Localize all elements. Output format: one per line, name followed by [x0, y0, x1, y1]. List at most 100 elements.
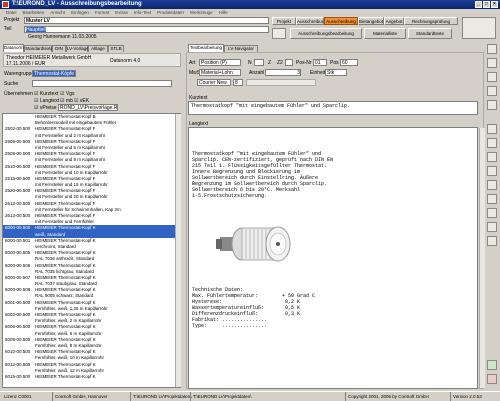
- tab-projekt[interactable]: Projekt: [272, 17, 296, 25]
- menu-item-0[interactable]: Datei: [6, 10, 17, 15]
- print-preview-icon[interactable]: [487, 180, 497, 190]
- kurztext-field[interactable]: Thermostatkopf "mit eingebautem Fühler" …: [188, 101, 478, 115]
- teil-field[interactable]: Hauptteil: [24, 26, 269, 33]
- list-item-text: HEIMEIER Thermostat-Kopf K: [35, 250, 96, 256]
- posnr-field[interactable]: 01: [313, 59, 327, 66]
- list-item-text: HEIMEIER Thermostat-Kopf K: [35, 361, 96, 367]
- app-icon: [2, 1, 9, 8]
- cancel-icon[interactable]: [487, 374, 497, 384]
- art-label: Art: [189, 60, 196, 66]
- list-item-text: Fernfühler, weiß, 5 m Kapillarrohr: [35, 330, 102, 336]
- list-item-code: 2510-00.500: [5, 163, 31, 169]
- ausschreibungsbearbeitung-button[interactable]: Ausschreibungsbearbeitung: [290, 28, 362, 39]
- menu-item-3[interactable]: Einfügen: [71, 10, 89, 15]
- tab-textbearbeitung[interactable]: Textbearbeitung: [188, 44, 224, 52]
- list-item-text: HEIMEIER Thermostat-Kopf F: [35, 213, 96, 218]
- insert-icon[interactable]: [487, 152, 497, 162]
- opt-kurztext[interactable]: ☑ Kurztext: [34, 91, 58, 97]
- export-icon[interactable]: [487, 236, 497, 246]
- tab-lv-navigator[interactable]: LV-Navigator: [224, 45, 258, 52]
- left-tab-3[interactable]: LV-Vorlage: [66, 45, 89, 52]
- list-item-text: Fernfühler, weiß, 8 m Kapillarrohr: [35, 342, 102, 348]
- suche-input[interactable]: [32, 80, 172, 87]
- link-icon[interactable]: [487, 208, 497, 218]
- list-item-code: 2505-00.500: [5, 138, 31, 144]
- tab-bietangebot[interactable]: Bietangebot: [358, 17, 384, 25]
- menu-item-2[interactable]: Ansicht: [50, 10, 65, 15]
- list-item-code: 6000-00.508: [5, 287, 31, 293]
- anzahl-field[interactable]: 3: [265, 69, 301, 76]
- list-item-text: HEIMEIER Thermostat-Kopf F: [35, 151, 96, 157]
- menu-item-8[interactable]: Werkzeuge: [190, 10, 213, 15]
- font-size-select[interactable]: 8: [233, 79, 243, 86]
- window-title: T:\EUROND_LV - Ausschreibungsbearbeitung: [12, 1, 142, 7]
- posnr-label: Pos-Nr: [296, 60, 312, 66]
- materialliste-button[interactable]: Materialliste: [364, 28, 406, 39]
- image-icon[interactable]: [487, 222, 497, 232]
- list-item-text: mit Fernsteller und 20 m Kapillarrohr: [35, 194, 108, 200]
- list-item-text: mit Fernsteller und 15 m Kapillarrohr: [35, 182, 108, 188]
- standardtexte-button[interactable]: Standardtexte: [408, 28, 452, 39]
- list-item[interactable]: 6015-00.500 HEIMEIER Thermostat-Kopf K: [3, 374, 180, 380]
- teil-value: Hauptteil: [26, 27, 46, 33]
- new-icon[interactable]: [487, 44, 497, 54]
- close-button[interactable]: ×: [491, 1, 498, 8]
- menu-item-4[interactable]: Format: [95, 10, 109, 15]
- ok-icon[interactable]: [487, 360, 497, 370]
- opt-vgs[interactable]: ☑ Vgs: [60, 91, 75, 97]
- article-list[interactable]: HEIMEIER Thermostat-Kopf B Behördenmodell…: [2, 113, 181, 388]
- print-icon[interactable]: [272, 28, 286, 39]
- z2-field[interactable]: [285, 59, 293, 66]
- menu-item-1[interactable]: Bearbeiten: [23, 10, 45, 15]
- opt-langtext[interactable]: ☑ Langtext: [34, 98, 59, 104]
- undo-icon[interactable]: [487, 100, 497, 110]
- left-tab-5[interactable]: STLB: [108, 45, 124, 52]
- calculator-icon[interactable]: [487, 166, 497, 176]
- format-toolbar[interactable]: [246, 79, 316, 86]
- n-field[interactable]: [254, 59, 264, 66]
- tab-ausschreibung-1[interactable]: Ausschreibung: [296, 17, 324, 25]
- anzahl-label: Anzahl: [249, 70, 265, 76]
- menu-item-5[interactable]: Extras: [115, 10, 128, 15]
- art-select[interactable]: Position (P): [199, 59, 241, 66]
- left-tab-2[interactable]: DIN: [52, 45, 66, 52]
- tab-ausschreibung-2[interactable]: Ausschreibung: [324, 17, 358, 25]
- menu-bar: Datei Bearbeiten Ansicht Einfügen Format Extr…: [0, 9, 500, 16]
- menu-item-6[interactable]: Info-Text: [134, 10, 151, 15]
- menu-item-7[interactable]: Produktdaten: [157, 10, 184, 15]
- list-item-text: Fernfühler, weiß, 1,25 m Kapillarrohr: [35, 305, 108, 311]
- warengruppe-select[interactable]: Thermostat-Köpfe: [32, 70, 76, 77]
- einheit-field[interactable]: Stk: [325, 69, 347, 76]
- status-bar: Lizenz C0001 ConSoft GmbH, Hannover T:\E…: [0, 391, 500, 401]
- tab-rechnungspruefung[interactable]: Rechnungsprüfung: [404, 17, 458, 25]
- mwst-select[interactable]: Material+Lohn: [199, 69, 241, 76]
- langtext-body: Thermostatkopf "mit eingebautem Fühler" …: [192, 151, 334, 199]
- list-item-text: HEIMEIER Thermostat-Kopf K: [35, 262, 96, 268]
- list-item-code: 2515-00.500: [5, 175, 31, 181]
- pos-label: Pos: [330, 60, 339, 66]
- left-tab-4[interactable]: Altlage: [88, 45, 108, 52]
- list-item-text: Fernfühler, weiß, 2 m Kapillarrohr: [35, 318, 102, 324]
- minimize-button[interactable]: _: [475, 1, 482, 8]
- note-icon[interactable]: [487, 194, 497, 204]
- maximize-button[interactable]: □: [483, 1, 490, 8]
- tab-angebot[interactable]: Angebot: [384, 17, 404, 25]
- projekt-field[interactable]: Muster LV: [24, 17, 269, 24]
- list-scrollbar[interactable]: [175, 114, 181, 387]
- pos-field[interactable]: 60: [340, 59, 358, 66]
- paste-icon[interactable]: [487, 72, 497, 82]
- list-item-text: Behördenmodell mit eingebautem Fühler: [35, 120, 117, 126]
- delete-icon[interactable]: [487, 86, 497, 96]
- left-tab-1[interactable]: Standardtexte: [24, 45, 53, 52]
- copy-icon[interactable]: [487, 58, 497, 68]
- opt-vgs-label: Vgs: [65, 91, 75, 97]
- langtext-scrollbar[interactable]: [479, 128, 485, 388]
- left-tab-0[interactable]: Datanorm: [3, 44, 24, 52]
- menu-item-9[interactable]: Hilfe: [219, 10, 228, 15]
- opt-preise[interactable]: ☑ vPreise: [34, 105, 57, 111]
- up-arrow-icon[interactable]: [487, 124, 497, 134]
- font-select[interactable]: Courier New: [197, 79, 231, 86]
- list-item-text: mit Fernsteller und 10 m Kapillarrohr: [35, 169, 108, 175]
- path-field[interactable]: ROND_LV\Preisvorlage.RTF: [58, 104, 118, 111]
- down-arrow-icon[interactable]: [487, 138, 497, 148]
